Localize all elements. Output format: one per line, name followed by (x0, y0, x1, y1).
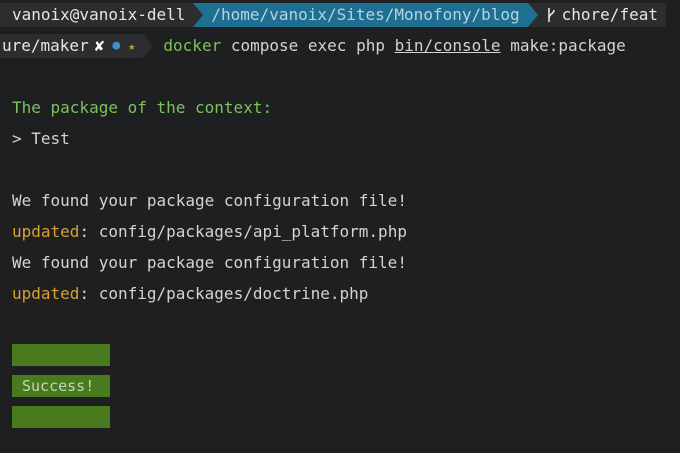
command-line: ure/maker ✘ ● ★ docker compose exec php … (0, 34, 626, 58)
updated-label: updated (12, 222, 80, 241)
git-untracked-icon: ★ (128, 39, 136, 53)
output-question: The package of the context: (12, 98, 273, 117)
success-block-bottom (12, 406, 110, 428)
updated-file: : config/packages/doctrine.php (79, 284, 369, 303)
terminal-window[interactable]: vanoix@vanoix-dell /home/vanoix/Sites/Mo… (0, 0, 680, 453)
prompt-branch-end: ure/maker (2, 36, 89, 55)
success-block-top (12, 344, 110, 366)
output-updated-1: updated: config/packages/api_platform.ph… (12, 220, 407, 244)
prompt-line: vanoix@vanoix-dell /home/vanoix/Sites/Mo… (0, 3, 680, 27)
command-script: bin/console (394, 36, 501, 55)
command-input[interactable]: docker compose exec php bin/console make… (153, 34, 625, 58)
prompt-user-host: vanoix@vanoix-dell (0, 3, 194, 27)
prompt-path: /home/vanoix/Sites/Monofony/blog (203, 3, 528, 27)
updated-file: : config/packages/api_platform.php (79, 222, 407, 241)
prompt-git-segment: chore/feat (537, 3, 666, 27)
prompt-separator (527, 3, 538, 27)
updated-label: updated (12, 284, 80, 303)
output-answer: > Test (12, 129, 70, 148)
prompt-branch-start: chore/feat (561, 5, 658, 24)
command-args-after: make:package (500, 36, 626, 55)
git-staged-icon: ● (112, 38, 121, 53)
output-found-1: We found your package configuration file… (12, 191, 407, 210)
output-found-2: We found your package configuration file… (12, 253, 407, 272)
git-dirty-icon: ✘ (94, 36, 105, 55)
success-message: Success! (12, 375, 110, 397)
prompt-separator (143, 34, 154, 58)
git-branch-icon (547, 8, 555, 22)
command-args: compose exec php (221, 36, 395, 55)
output-updated-2: updated: config/packages/doctrine.php (12, 282, 368, 306)
prompt-branch-continuation: ure/maker ✘ ● ★ (0, 34, 144, 58)
command-binary: docker (163, 36, 222, 55)
prompt-separator (193, 3, 204, 27)
